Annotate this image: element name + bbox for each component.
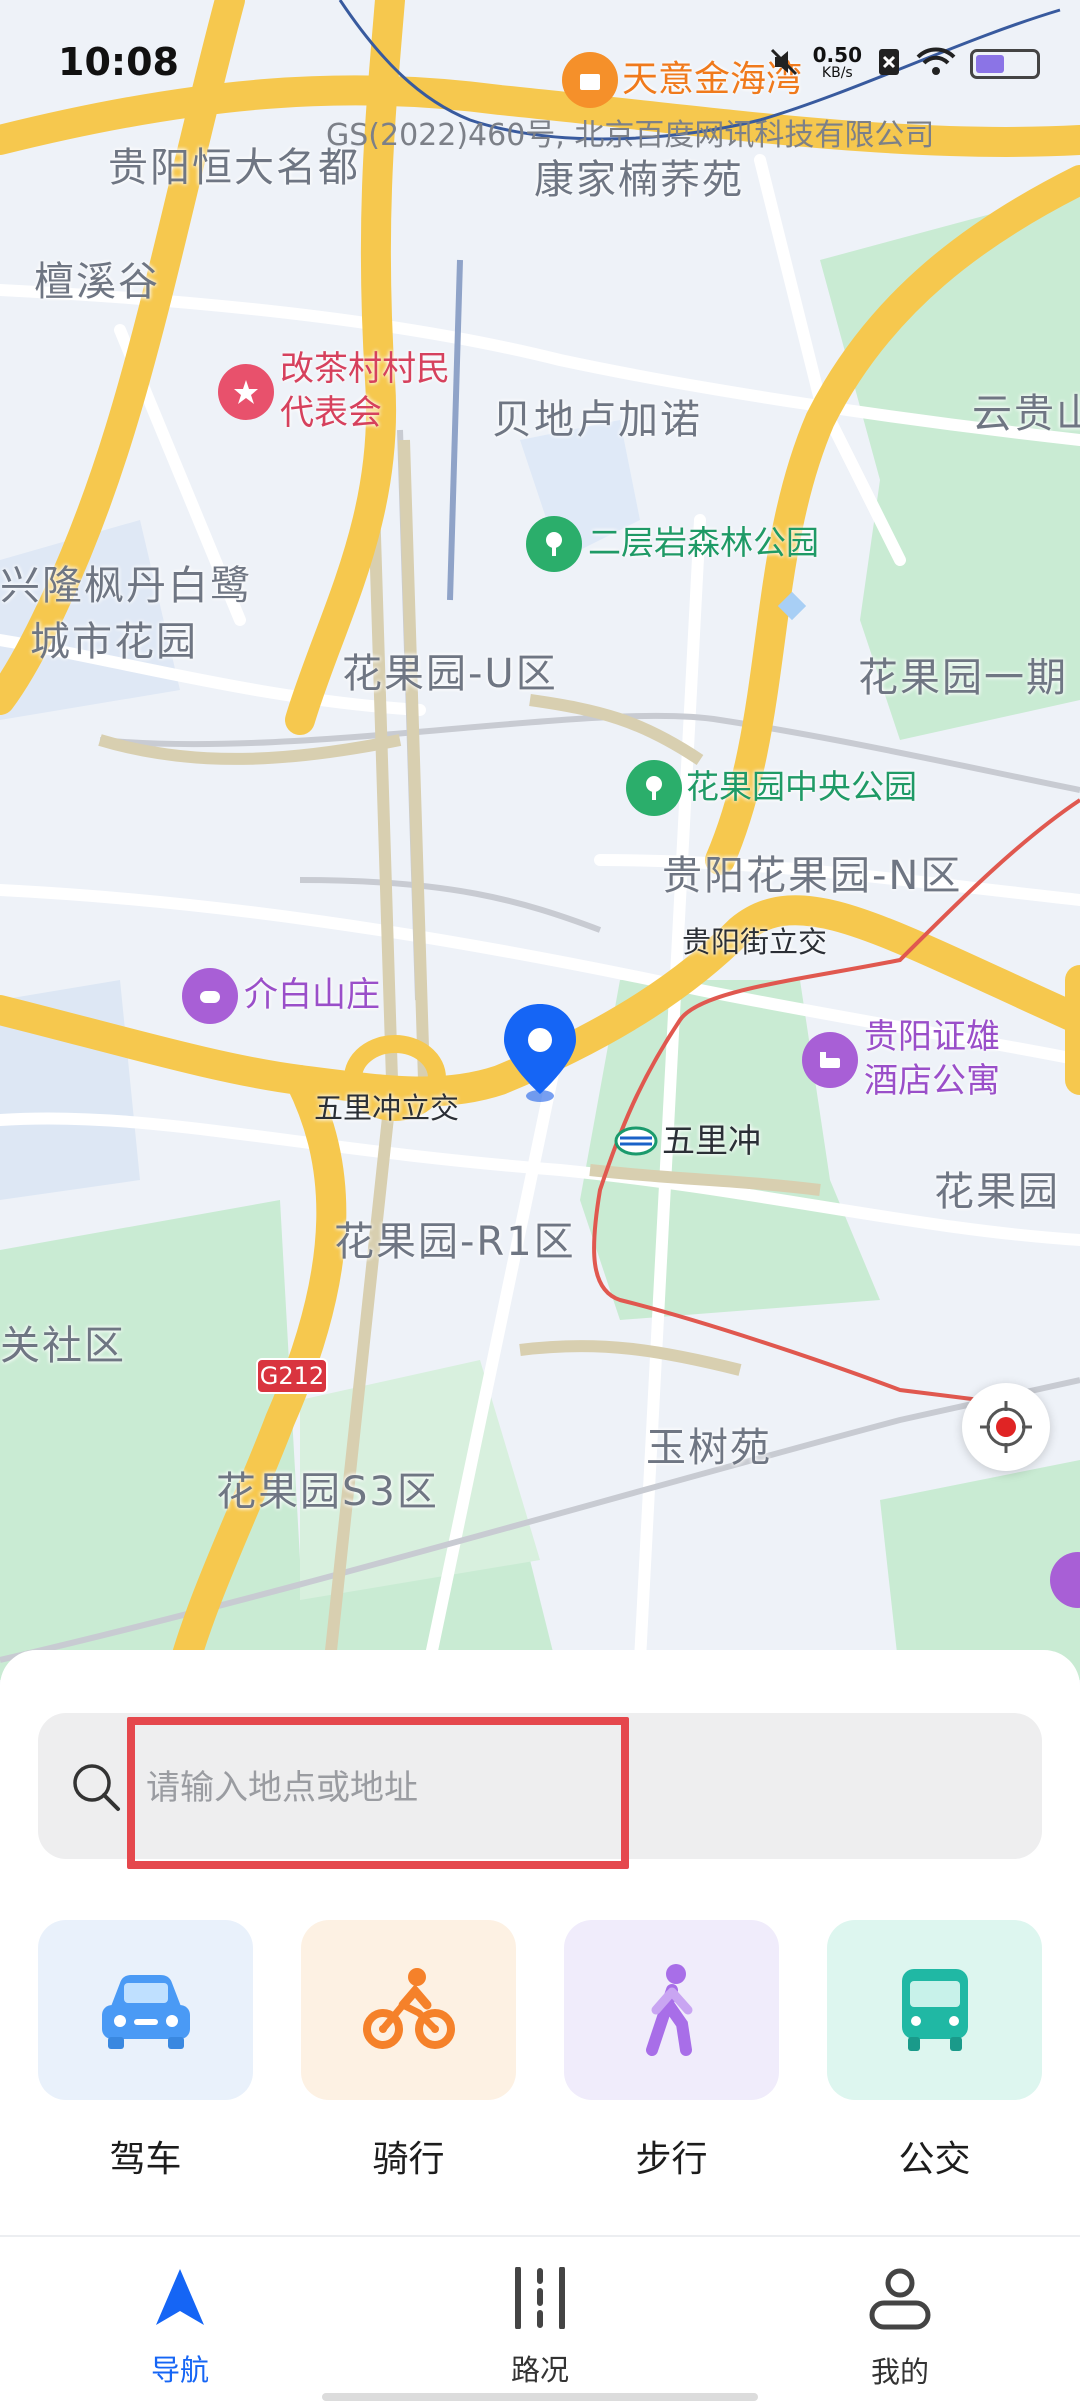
guiyangjie-label[interactable]: 贵阳街立交 [682, 928, 827, 957]
game-icon [200, 991, 220, 1003]
status-bar: 10:08 0.50 KB/s [0, 0, 1080, 120]
walk-icon [645, 1964, 692, 2056]
zhengxiong-label-1[interactable]: 贵阳证雄 [864, 1020, 1000, 1054]
travel-modes: 驾车 骑行 步行 公交 [38, 1920, 1042, 2190]
tree-icon [546, 532, 562, 556]
xinglong-label-1[interactable]: 兴隆枫丹白鹭 [0, 566, 252, 606]
status-time: 10:08 [58, 40, 179, 84]
location-pin-icon[interactable] [498, 1000, 582, 1104]
mode-walk-label: 步行 [635, 2139, 708, 2180]
zhongyang-label[interactable]: 花果园中央公园 [686, 770, 917, 803]
search-bar[interactable] [38, 1713, 1042, 1859]
zhengxiong-poi-icon[interactable] [802, 1032, 858, 1088]
tab-profile[interactable]: 我的 [800, 2267, 1000, 2391]
bike-icon [362, 1968, 455, 2049]
metro-icon [614, 1126, 658, 1156]
wulichong-label[interactable]: 五里冲 [662, 1124, 761, 1157]
wifi-icon [916, 47, 956, 81]
sim-off-icon [876, 47, 902, 81]
erceng-label[interactable]: 二层岩森林公园 [588, 526, 819, 559]
status-icons: 0.50 KB/s [769, 43, 1040, 82]
mode-bus-label: 公交 [898, 2139, 971, 2180]
tab-navigation-label: 导航 [150, 2353, 209, 2387]
yungui-label[interactable]: 云贵山 [972, 394, 1080, 434]
profile-icon [869, 2268, 931, 2330]
mute-icon [769, 47, 799, 81]
locate-me-button[interactable] [962, 1383, 1050, 1471]
gaichacun-poi-icon[interactable] [218, 364, 274, 420]
mode-ride-button[interactable]: 骑行 [301, 1920, 516, 2182]
tab-traffic-label: 路况 [510, 2353, 569, 2387]
bottom-sheet: 驾车 骑行 [0, 1650, 1080, 2235]
map-view[interactable]: 天意金海湾 GS(2022)460号, 北京百度网讯科技有限公司 贵阳恒大名都 … [0, 0, 1080, 1680]
yushuyuan-label[interactable]: 玉树苑 [646, 1428, 772, 1468]
tree-icon [646, 776, 662, 800]
erceng-poi-icon[interactable] [526, 516, 582, 572]
mode-ride-label: 骑行 [372, 2139, 445, 2180]
tab-profile-label: 我的 [870, 2355, 929, 2389]
home-indicator[interactable] [322, 2393, 758, 2401]
bottom-tab-bar: 导航 路况 我的 [0, 2235, 1080, 2408]
mode-bus-tile[interactable] [827, 1920, 1042, 2100]
gaichacun-label-1[interactable]: 改茶村村民 [280, 352, 450, 386]
star-icon [234, 380, 258, 404]
mode-drive-label: 驾车 [109, 2139, 182, 2180]
tanxigu-label[interactable]: 檀溪谷 [34, 262, 160, 302]
mode-walk-button[interactable]: 步行 [564, 1920, 779, 2182]
wulichong-lijiao-label[interactable]: 五里冲立交 [314, 1094, 459, 1123]
huaguoyuan-r1-label[interactable]: 花果园-R1区 [334, 1222, 576, 1262]
jiebai-poi-icon[interactable] [182, 968, 238, 1024]
zhengxiong-label-2[interactable]: 酒店公寓 [864, 1064, 1000, 1098]
guanshe-label[interactable]: 关社区 [0, 1326, 126, 1366]
car-icon [101, 1975, 190, 2049]
search-input[interactable] [146, 1743, 646, 1833]
mode-walk-tile[interactable] [564, 1920, 779, 2100]
tab-traffic[interactable]: 路况 [440, 2266, 640, 2389]
hotel-icon [820, 1052, 840, 1068]
huaguoyuan-n-label[interactable]: 贵阳花果园-N区 [662, 856, 962, 896]
jiebai-label[interactable]: 介白山庄 [244, 978, 380, 1012]
bus-icon [901, 1969, 968, 2051]
xinglong-label-2[interactable]: 城市花园 [30, 622, 198, 662]
kangjia-label[interactable]: 康家楠荞苑 [534, 160, 744, 200]
g212-road-badge: G212 [256, 1358, 328, 1394]
search-icon [68, 1759, 124, 1819]
target-icon [980, 1401, 1032, 1453]
map-base [0, 0, 1080, 1680]
huaguoyuan-1qi-label[interactable]: 花果园一期 [858, 658, 1068, 698]
mode-ride-tile[interactable] [301, 1920, 516, 2100]
net-speed-value: 0.50 [812, 43, 862, 67]
huaguoyuan-s3-label[interactable]: 花果园S3区 [216, 1472, 439, 1512]
tab-navigation[interactable]: 导航 [80, 2267, 280, 2389]
mode-drive-tile[interactable] [38, 1920, 253, 2100]
huaguoyuan-u-label[interactable]: 花果园-U区 [342, 654, 558, 694]
huaguoyuan-right-label[interactable]: 花果园 [934, 1172, 1060, 1212]
net-speed: 0.50 KB/s [812, 43, 862, 82]
navigation-icon [156, 2269, 204, 2325]
mode-bus-button[interactable]: 公交 [827, 1920, 1042, 2182]
traffic-icon [515, 2266, 565, 2330]
battery-icon [970, 49, 1040, 79]
mode-drive-button[interactable]: 驾车 [38, 1920, 253, 2182]
zhongyang-poi-icon[interactable] [626, 760, 682, 816]
gaichacun-label-2[interactable]: 代表会 [280, 396, 382, 430]
guiyang-hengda-label[interactable]: 贵阳恒大名都 [108, 148, 360, 188]
beidilu-label[interactable]: 贝地卢加诺 [492, 400, 702, 440]
